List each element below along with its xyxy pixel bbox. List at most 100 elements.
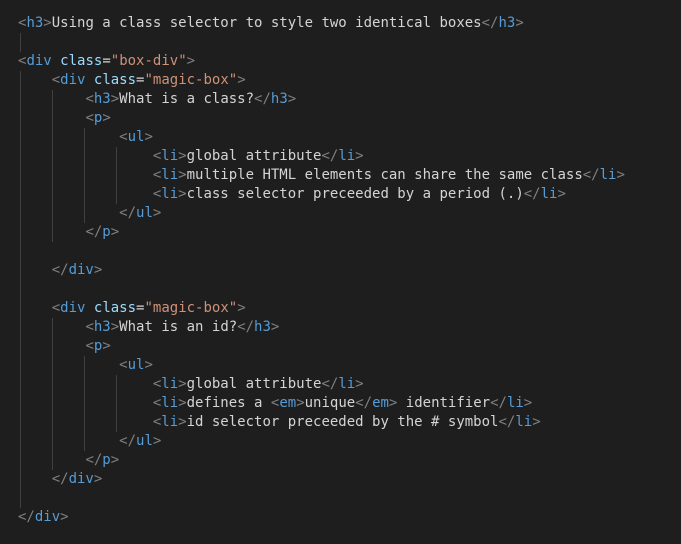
token-p: > xyxy=(111,452,119,468)
code-line: <li>defines a <em>unique</em> identifier… xyxy=(18,394,663,413)
token-tx: unique xyxy=(305,395,356,411)
token-p: > xyxy=(288,91,296,107)
token-tg: h3 xyxy=(271,91,288,107)
code-line: <li>multiple HTML elements can share the… xyxy=(18,166,663,185)
indent-space xyxy=(18,72,52,88)
code-block: <h3>Using a class selector to style two … xyxy=(18,14,663,527)
token-p: > xyxy=(102,338,110,354)
token-tg: li xyxy=(338,148,355,164)
token-tg: li xyxy=(161,148,178,164)
indent-space xyxy=(18,338,85,354)
token-p: </ xyxy=(490,395,507,411)
token-tg: ul xyxy=(128,357,145,373)
indent-space xyxy=(18,376,153,392)
token-tg: li xyxy=(338,376,355,392)
token-tx: multiple HTML elements can share the sam… xyxy=(187,167,583,183)
code-line: </ul> xyxy=(18,432,663,451)
token-p: < xyxy=(119,129,127,145)
token-p: > xyxy=(178,148,186,164)
code-line: <div class="magic-box"> xyxy=(18,71,663,90)
token-p: < xyxy=(85,338,93,354)
token-p: </ xyxy=(85,452,102,468)
indent-space xyxy=(18,224,85,240)
indent-space xyxy=(18,471,52,487)
token-p: < xyxy=(52,300,60,316)
indent-space xyxy=(18,34,26,50)
code-line: </p> xyxy=(18,223,663,242)
token-tx: class selector preceeded by a period (.) xyxy=(187,186,524,202)
indent-space xyxy=(18,300,52,316)
token-av: "magic-box" xyxy=(144,72,237,88)
token-tg: h3 xyxy=(498,15,515,31)
token-p: > xyxy=(111,224,119,240)
token-tg: h3 xyxy=(26,15,43,31)
token-p: > xyxy=(515,15,523,31)
token-tg: li xyxy=(161,414,178,430)
indent-space xyxy=(18,110,85,126)
token-p: </ xyxy=(498,414,515,430)
token-av: "magic-box" xyxy=(144,300,237,316)
code-line: </ul> xyxy=(18,204,663,223)
token-tg: div xyxy=(60,300,85,316)
code-line: <h3>What is a class?</h3> xyxy=(18,90,663,109)
token-tg: li xyxy=(161,395,178,411)
token-p: > xyxy=(187,53,195,69)
token-tx: Using a class selector to style two iden… xyxy=(52,15,482,31)
token-p: </ xyxy=(18,509,35,525)
token-p: </ xyxy=(254,91,271,107)
code-line: <li>id selector preceeded by the # symbo… xyxy=(18,413,663,432)
token-tg: h3 xyxy=(254,319,271,335)
token-p: > xyxy=(60,509,68,525)
token-tg: li xyxy=(161,167,178,183)
token-tg: em xyxy=(279,395,296,411)
token-tx: What is a class? xyxy=(119,91,254,107)
token-an: class xyxy=(94,72,136,88)
token-p: </ xyxy=(52,471,69,487)
token-p: > xyxy=(524,395,532,411)
token-tg: li xyxy=(541,186,558,202)
token-tg: div xyxy=(35,509,60,525)
indent-space xyxy=(18,129,119,145)
token-p: > xyxy=(178,167,186,183)
token-p: </ xyxy=(482,15,499,31)
token-p: < xyxy=(85,319,93,335)
code-line: </div> xyxy=(18,261,663,280)
token-p: > xyxy=(153,205,161,221)
code-line xyxy=(18,33,663,52)
token-tg: li xyxy=(507,395,524,411)
indent-space xyxy=(18,262,52,278)
token-p: </ xyxy=(321,376,338,392)
token-tg: h3 xyxy=(94,91,111,107)
token-p: > xyxy=(153,433,161,449)
token-p: </ xyxy=(119,433,136,449)
token-p: > xyxy=(178,376,186,392)
token-p: > xyxy=(178,186,186,202)
token-tg: ul xyxy=(136,205,153,221)
token-p: > xyxy=(144,357,152,373)
indent-space xyxy=(18,148,153,164)
code-line: <p> xyxy=(18,109,663,128)
token-p: > xyxy=(178,395,186,411)
token-tg: ul xyxy=(136,433,153,449)
token-p: > xyxy=(111,319,119,335)
token-p: > xyxy=(532,414,540,430)
token-p: </ xyxy=(524,186,541,202)
indent-space xyxy=(18,433,119,449)
token-p: > xyxy=(111,91,119,107)
token-p: > xyxy=(237,72,245,88)
indent-space xyxy=(18,281,26,297)
token-p: > xyxy=(355,148,363,164)
code-line: <ul> xyxy=(18,356,663,375)
token-tx: identifier xyxy=(397,395,490,411)
token-p: > xyxy=(94,262,102,278)
indent-space xyxy=(18,395,153,411)
indent-space xyxy=(18,319,85,335)
code-line: </div> xyxy=(18,470,663,489)
token-p: < xyxy=(119,357,127,373)
indent-space xyxy=(18,205,119,221)
token-p: > xyxy=(178,414,186,430)
token-p: </ xyxy=(85,224,102,240)
indent-space xyxy=(18,167,153,183)
token-tg: h3 xyxy=(94,319,111,335)
token-tg: li xyxy=(161,186,178,202)
